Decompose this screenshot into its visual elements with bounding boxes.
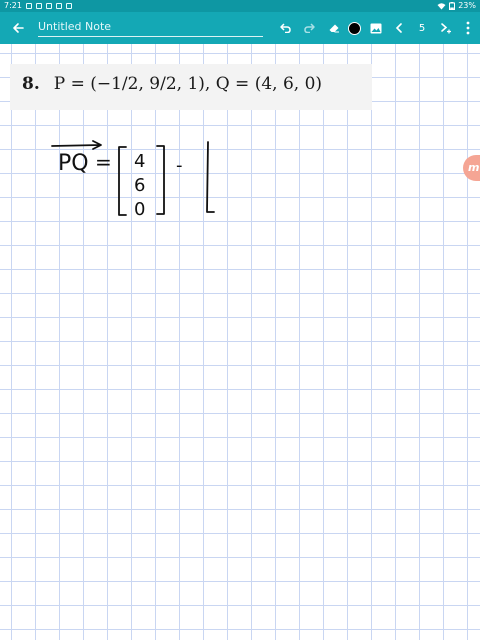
handwriting-layer: PQ = 4 6 0 - [51,140,215,220]
side-tab-label: m [468,161,480,174]
left-bracket [118,146,127,216]
vector-label: PQ [58,151,89,176]
vector-arrow [51,140,102,150]
vector-entry: 0 [134,199,145,220]
vector-entry: 4 [134,151,145,172]
right-bracket [156,145,165,215]
vector-entry: 6 [134,175,145,196]
equals-sign: = [95,150,112,174]
partial-bracket [206,141,215,213]
minus-sign: - [176,155,183,176]
